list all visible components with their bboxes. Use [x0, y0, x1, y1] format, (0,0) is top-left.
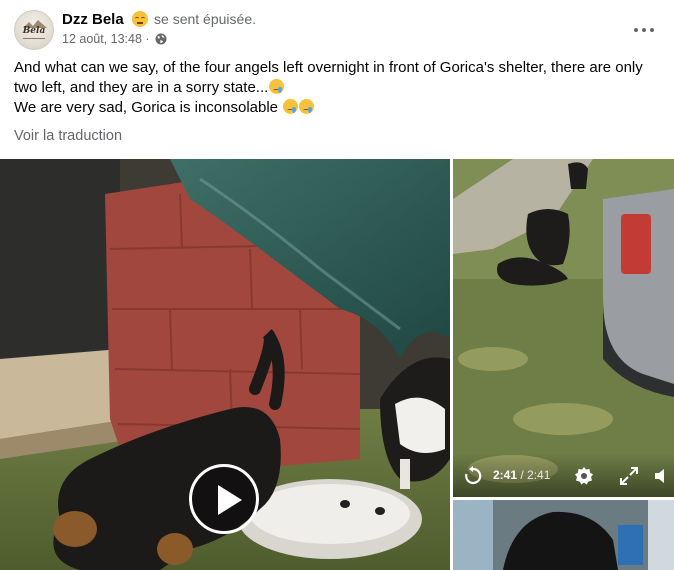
- avatar-logo-text: Bela: [22, 26, 46, 36]
- feeling-text: se sent épuisée.: [154, 11, 256, 27]
- fullscreen-icon[interactable]: [620, 467, 638, 485]
- gear-icon[interactable]: [574, 466, 594, 486]
- post-body: And what can we say, of the four angels …: [14, 58, 664, 118]
- post-text-line-2: We are very sad, Gorica is inconsolable: [14, 99, 279, 116]
- globe-icon[interactable]: [155, 33, 167, 45]
- avatar-logo-line: [23, 38, 45, 39]
- author-name[interactable]: Dzz Bela: [62, 11, 124, 28]
- crying-emoji-icon: [299, 99, 315, 114]
- video-time-separator: /: [517, 468, 528, 482]
- video-duration: 2:41: [527, 468, 551, 482]
- replay-icon[interactable]: [463, 466, 483, 486]
- post-text-line-1: And what can we say, of the four angels …: [14, 59, 643, 96]
- video-secondary-thumbnail-image: [453, 159, 674, 497]
- crying-emoji-icon: [283, 99, 299, 114]
- post-header: Bela Dzz Bela se sent épuisée. 12 août, …: [14, 10, 660, 50]
- video-main[interactable]: [0, 159, 450, 570]
- avatar[interactable]: Bela: [14, 10, 54, 50]
- post-meta: 12 août, 13:48 ·: [62, 32, 167, 46]
- video-tertiary[interactable]: [453, 500, 674, 570]
- play-button[interactable]: [189, 464, 259, 534]
- post-timestamp[interactable]: 12 août, 13:48 ·: [62, 32, 150, 46]
- video-controls: 2:41 / 2:41: [453, 453, 674, 497]
- see-translation-link[interactable]: Voir la traduction: [14, 128, 122, 144]
- video-tertiary-thumbnail-image: [453, 500, 674, 570]
- video-time: 2:41 / 2:41: [493, 468, 550, 482]
- author-line: Dzz Bela se sent épuisée.: [62, 11, 256, 28]
- crying-emoji-icon: [269, 79, 285, 94]
- video-secondary[interactable]: 2:41 / 2:41: [453, 159, 674, 497]
- more-options-icon[interactable]: [634, 20, 654, 40]
- volume-icon[interactable]: [653, 466, 673, 486]
- exhausted-emoji-icon: [131, 11, 148, 27]
- video-current-time: 2:41: [493, 468, 518, 482]
